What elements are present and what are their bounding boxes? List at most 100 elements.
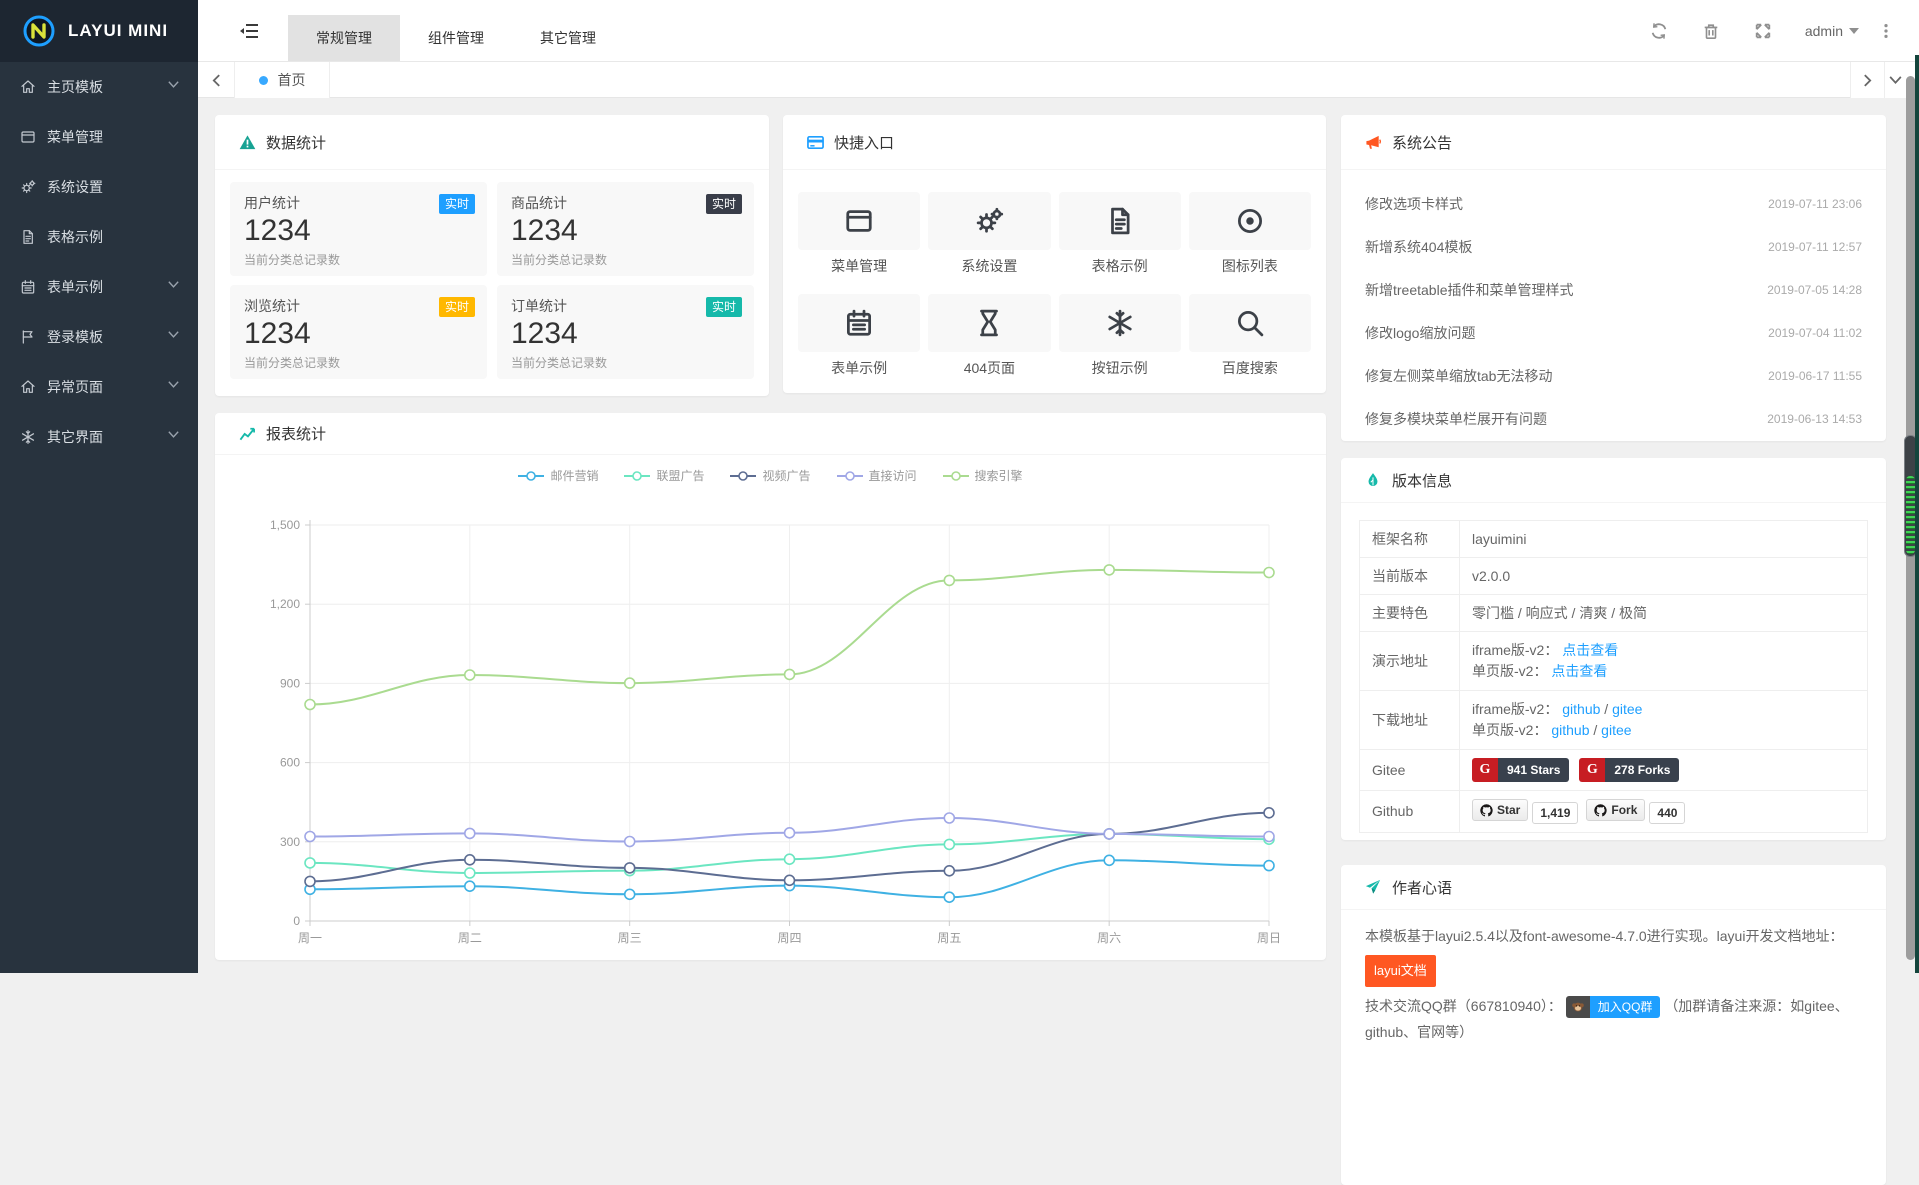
github-star-button[interactable]: Star [1472, 799, 1528, 821]
quick-entry-page-404[interactable]: 404页面 [928, 294, 1050, 378]
quick-entry-system-setting[interactable]: 系统设置 [928, 192, 1050, 276]
quick-entry-label: 系统设置 [928, 256, 1050, 276]
quick-entry-form-demo[interactable]: 表单示例 [798, 294, 920, 378]
sidebar-item-form-demo[interactable]: 表单示例 [0, 262, 198, 312]
stat-description: 当前分类总记录数 [511, 354, 740, 371]
more-options-icon[interactable] [1877, 22, 1895, 40]
join-qq-group-badge[interactable]: 加入QQ群 [1566, 996, 1661, 1018]
quick-entry-baidu-search[interactable]: 百度搜索 [1189, 294, 1311, 378]
link-gitee[interactable]: gitee [1601, 722, 1631, 738]
sidebar-item-label: 登录模板 [47, 327, 168, 347]
quick-entry-table-demo[interactable]: 表格示例 [1059, 192, 1181, 276]
legend-item-5[interactable]: 搜索引擎 [943, 467, 1023, 484]
legend-item-1[interactable]: 邮件营销 [518, 467, 598, 484]
bullhorn-icon [1365, 134, 1382, 151]
quick-entry-label: 按钮示例 [1059, 358, 1181, 378]
window-icon [20, 129, 37, 146]
link-点击查看[interactable]: 点击查看 [1562, 642, 1618, 658]
github-star-count[interactable]: 1,419 [1532, 802, 1578, 824]
tab-scroll-right-button[interactable] [1850, 62, 1884, 98]
monkey-icon [1566, 996, 1590, 1018]
announcement-item[interactable]: 修改选项卡样式2019-07-11 23:06 [1341, 182, 1886, 225]
legend-item-2[interactable]: 联盟广告 [624, 467, 704, 484]
sidebar-item-label: 菜单管理 [47, 127, 180, 147]
gitee-badge[interactable]: G941 Stars [1472, 758, 1569, 782]
header-tab-component[interactable]: 组件管理 [400, 15, 512, 61]
stat-box-orders: 订单统计1234当前分类总记录数实时 [497, 285, 754, 379]
calendar-icon [798, 294, 920, 352]
card-title: 快捷入口 [834, 132, 894, 153]
sidebar-item-other-ui[interactable]: 其它界面 [0, 412, 198, 462]
legend-item-4[interactable]: 直接访问 [837, 467, 917, 484]
tab-operations-dropdown[interactable] [1884, 62, 1906, 98]
header-tab-other[interactable]: 其它管理 [512, 15, 624, 61]
quick-entry-label: 菜单管理 [798, 256, 920, 276]
announcement-item[interactable]: 修改logo缩放问题2019-07-04 11:02 [1341, 311, 1886, 354]
line-chart-icon [239, 425, 256, 442]
header-nav-tabs: 常规管理组件管理其它管理 [288, 15, 624, 61]
legend-marker [624, 471, 650, 481]
quick-entry-icon-list[interactable]: 图标列表 [1189, 192, 1311, 276]
clear-cache-icon[interactable] [1702, 22, 1720, 40]
sidebar-item-home-template[interactable]: 主页模板 [0, 62, 198, 112]
main-content: 数据统计 用户统计1234当前分类总记录数实时商品统计1234当前分类总记录数实… [198, 98, 1919, 973]
link-github[interactable]: github [1551, 722, 1589, 738]
announcement-item[interactable]: 新增treetable插件和菜单管理样式2019-07-05 14:28 [1341, 268, 1886, 311]
github-fork-count[interactable]: 440 [1649, 802, 1685, 824]
tab-home-label: 首页 [278, 70, 306, 90]
sidebar-item-system-setting[interactable]: 系统设置 [0, 162, 198, 212]
announcement-item[interactable]: 修复左侧菜单缩放tab无法移动2019-06-17 11:55 [1341, 354, 1886, 397]
quick-entry-button-demo[interactable]: 按钮示例 [1059, 294, 1181, 378]
svg-text:300: 300 [280, 835, 300, 849]
github-button-label: Fork [1611, 803, 1637, 817]
announcement-date: 2019-07-04 11:02 [1768, 326, 1862, 340]
sidebar-item-label: 其它界面 [47, 427, 168, 447]
stat-value: 1234 [244, 316, 473, 352]
link-github[interactable]: github [1562, 701, 1600, 717]
sidebar-item-menu-manage[interactable]: 菜单管理 [0, 112, 198, 162]
link-点击查看[interactable]: 点击查看 [1551, 663, 1607, 679]
sidebar-menu: 主页模板菜单管理系统设置表格示例表单示例登录模板异常页面其它界面 [0, 62, 198, 462]
card-title: 数据统计 [266, 132, 326, 153]
gitee-badge[interactable]: G278 Forks [1579, 758, 1679, 782]
quick-entry-label: 404页面 [928, 358, 1050, 378]
svg-text:周日: 周日 [1257, 931, 1281, 945]
chevron-down-icon [168, 381, 180, 393]
tab-home[interactable]: 首页 [235, 62, 330, 98]
header-tab-general[interactable]: 常规管理 [288, 15, 400, 61]
quick-entry-label: 表格示例 [1059, 256, 1181, 276]
card-quick-entry-header: 快捷入口 [783, 115, 1326, 170]
user-menu[interactable]: admin [1805, 23, 1859, 39]
announcement-item[interactable]: 修复多模块菜单栏展开有问题2019-06-13 14:53 [1341, 397, 1886, 440]
sidebar-item-error-page[interactable]: 异常页面 [0, 362, 198, 412]
sidebar-item-label: 异常页面 [47, 377, 168, 397]
sidebar-item-login-template[interactable]: 登录模板 [0, 312, 198, 362]
sidebar-item-table-demo[interactable]: 表格示例 [0, 212, 198, 262]
tab-scroll-left-button[interactable] [198, 62, 235, 98]
window-icon [798, 192, 920, 250]
fullscreen-icon[interactable] [1754, 22, 1772, 40]
app-logo[interactable]: LAYUI MINI [0, 0, 198, 62]
refresh-icon[interactable] [1650, 22, 1668, 40]
announcement-item[interactable]: 新增系统404模板2019-07-11 12:57 [1341, 225, 1886, 268]
stat-value: 1234 [511, 213, 740, 249]
report-line-chart[interactable]: 03006009001,2001,500周一周二周三周四周五周六周日 [215, 455, 1326, 960]
leaf-icon [1365, 472, 1382, 489]
sidebar-item-label: 系统设置 [47, 177, 180, 197]
version-row-label: 当前版本 [1360, 558, 1460, 595]
svg-text:周四: 周四 [777, 931, 801, 945]
quick-entry-menu-manage[interactable]: 菜单管理 [798, 192, 920, 276]
github-fork-button[interactable]: Fork [1586, 799, 1645, 821]
link-gitee[interactable]: gitee [1612, 701, 1642, 717]
collapse-menu-icon[interactable] [238, 20, 260, 42]
search-icon [1189, 294, 1311, 352]
layui-doc-button[interactable]: layui文档 [1365, 955, 1436, 987]
home-icon [20, 79, 37, 96]
card-author-header: 作者心语 [1341, 865, 1886, 910]
announcement-text: 新增treetable插件和菜单管理样式 [1365, 280, 1573, 300]
version-row-label: 框架名称 [1360, 521, 1460, 558]
stat-box-user: 用户统计1234当前分类总记录数实时 [230, 182, 487, 276]
svg-text:周二: 周二 [458, 931, 482, 945]
card-data-statistics-header: 数据统计 [215, 115, 769, 170]
legend-item-3[interactable]: 视频广告 [730, 467, 810, 484]
